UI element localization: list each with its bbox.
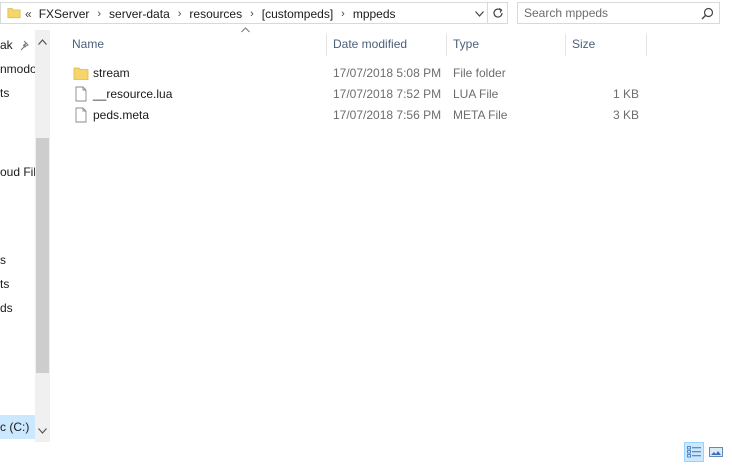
chevron-right-icon[interactable]: ›	[97, 8, 101, 20]
search-icon[interactable]	[701, 7, 714, 20]
column-divider[interactable]	[646, 34, 647, 56]
breadcrumb-overflow[interactable]: «	[25, 7, 32, 21]
column-divider[interactable]	[326, 34, 327, 56]
breadcrumb-item[interactable]: mppeds	[353, 7, 396, 21]
column-headers: Name Date modified Type Size	[52, 27, 732, 60]
column-header-date[interactable]: Date modified	[333, 37, 407, 51]
nav-item[interactable]: ds	[0, 301, 36, 315]
search-box	[517, 2, 720, 24]
file-size: 1 KB	[612, 87, 639, 101]
column-divider[interactable]	[446, 34, 447, 56]
column-header-type[interactable]: Type	[453, 37, 479, 51]
file-name: stream	[93, 66, 130, 80]
file-type: META File	[453, 108, 508, 122]
column-header-size[interactable]: Size	[572, 37, 595, 51]
refresh-icon	[492, 7, 503, 18]
breadcrumb-item[interactable]: FXServer	[39, 7, 90, 21]
scroll-up-icon[interactable]	[35, 34, 50, 49]
file-size: 3 KB	[612, 108, 639, 122]
address-bar[interactable]: « FXServer › server-data › resources › […	[0, 2, 488, 24]
chevron-right-icon[interactable]: ›	[178, 8, 182, 20]
nav-item-local-disk[interactable]: c (C:)	[0, 415, 35, 439]
nav-item[interactable]: s	[0, 253, 36, 267]
address-dropdown-button[interactable]	[471, 3, 487, 25]
file-icon	[75, 86, 87, 102]
folder-icon	[73, 67, 89, 80]
address-row: « FXServer › server-data › resources › […	[0, 0, 732, 30]
file-row[interactable]: peds.meta 17/07/2018 7:56 PM META File 3…	[52, 105, 692, 126]
details-view-icon	[687, 446, 701, 458]
refresh-button[interactable]	[488, 2, 508, 24]
chevron-right-icon[interactable]: ›	[250, 8, 254, 20]
nav-item[interactable]: oud Fil	[0, 165, 36, 179]
details-view-button[interactable]	[684, 442, 704, 462]
breadcrumb-item[interactable]: [custompeds]	[262, 7, 333, 21]
file-date: 17/07/2018 7:56 PM	[333, 108, 442, 122]
column-divider[interactable]	[565, 34, 566, 56]
file-type: File folder	[453, 66, 506, 80]
file-date: 17/07/2018 7:52 PM	[333, 87, 442, 101]
large-icons-view-icon	[709, 447, 723, 457]
file-row[interactable]: stream 17/07/2018 5:08 PM File folder	[52, 63, 692, 84]
column-header-name[interactable]: Name	[72, 37, 104, 51]
breadcrumb-item[interactable]: server-data	[109, 7, 170, 21]
scrollbar-thumb[interactable]	[36, 138, 49, 373]
file-icon	[75, 107, 87, 123]
file-row[interactable]: __resource.lua 17/07/2018 7:52 PM LUA Fi…	[52, 84, 692, 105]
search-input[interactable]	[524, 5, 692, 21]
file-type: LUA File	[453, 87, 499, 101]
file-name: peds.meta	[93, 108, 150, 122]
nav-item[interactable]: nmodo	[0, 62, 36, 76]
nav-item[interactable]: ts	[0, 86, 36, 100]
pin-icon[interactable]	[20, 40, 31, 51]
file-date: 17/07/2018 5:08 PM	[333, 66, 442, 80]
status-bar	[0, 442, 732, 467]
sort-ascending-icon	[241, 27, 250, 33]
navigation-scrollbar[interactable]	[35, 30, 50, 442]
breadcrumb-item[interactable]: resources	[189, 7, 242, 21]
scroll-down-icon[interactable]	[35, 423, 50, 438]
nav-item-label: c (C:)	[0, 420, 30, 434]
chevron-down-icon	[474, 11, 484, 17]
breadcrumb: « FXServer › server-data › resources › […	[25, 3, 396, 25]
large-icons-view-button[interactable]	[706, 442, 726, 462]
nav-item[interactable]: ts	[0, 277, 36, 291]
folder-icon	[7, 8, 21, 19]
chevron-right-icon[interactable]: ›	[341, 8, 345, 20]
file-name: __resource.lua	[93, 87, 173, 101]
